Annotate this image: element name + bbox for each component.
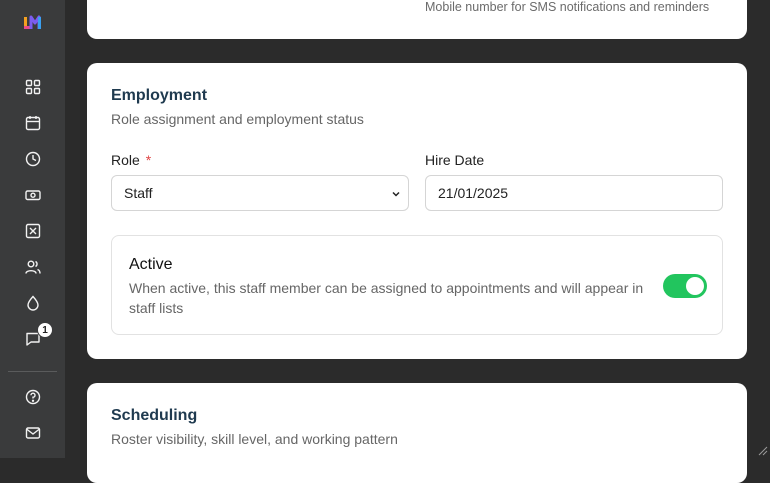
active-setting-box: Active When active, this staff member ca… <box>111 235 723 335</box>
messages-badge: 1 <box>37 322 53 338</box>
users-icon[interactable] <box>22 256 44 278</box>
resize-grip-icon[interactable] <box>756 444 768 456</box>
help-icon[interactable] <box>22 386 44 408</box>
toggle-knob <box>686 277 704 295</box>
employment-title: Employment <box>111 87 207 105</box>
dashboard-icon[interactable] <box>22 76 44 98</box>
clock-icon[interactable] <box>22 148 44 170</box>
x-box-icon[interactable] <box>22 220 44 242</box>
mail-icon[interactable] <box>22 422 44 444</box>
contact-card: Mobile number for SMS notifications and … <box>87 0 747 39</box>
active-title: Active <box>129 256 173 274</box>
cash-icon[interactable] <box>22 184 44 206</box>
scheduling-card: Scheduling Roster visibility, skill leve… <box>87 383 747 483</box>
employment-card: Employment Role assignment and employmen… <box>87 63 747 359</box>
required-mark: * <box>146 152 151 168</box>
phone-hint: Mobile number for SMS notifications and … <box>425 0 709 14</box>
role-label-text: Role <box>111 152 140 168</box>
chevron-down-icon <box>390 188 402 200</box>
active-toggle[interactable] <box>663 274 707 298</box>
hire-date-value: 21/01/2025 <box>438 185 508 201</box>
app-logo[interactable] <box>22 14 44 32</box>
active-description: When active, this staff member can be as… <box>129 278 669 318</box>
calendar-icon[interactable] <box>22 112 44 134</box>
employment-subtitle: Role assignment and employment status <box>111 111 364 127</box>
scheduling-subtitle: Roster visibility, skill level, and work… <box>111 431 398 447</box>
message-icon[interactable]: 1 <box>22 328 44 350</box>
sidebar-divider <box>8 371 57 372</box>
role-label: Role * <box>111 152 151 168</box>
sidebar: 1 <box>0 0 65 458</box>
hire-date-input[interactable]: 21/01/2025 <box>425 175 723 211</box>
droplet-icon[interactable] <box>22 292 44 314</box>
role-select-value: Staff <box>124 185 153 201</box>
scheduling-title: Scheduling <box>111 407 197 425</box>
role-select[interactable]: Staff <box>111 175 409 211</box>
hire-date-label: Hire Date <box>425 152 484 168</box>
